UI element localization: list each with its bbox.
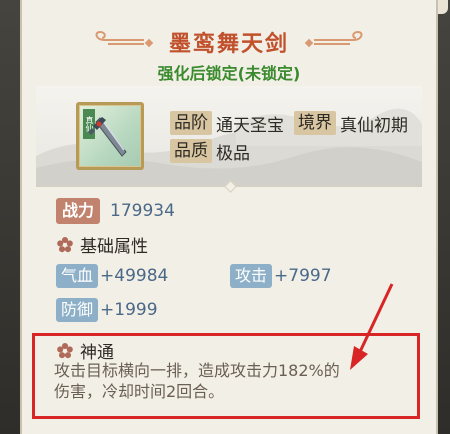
grade-value: 通天圣宝 bbox=[216, 115, 284, 136]
grade-label: 品阶 bbox=[170, 111, 212, 135]
quality-label: 品质 bbox=[170, 139, 212, 163]
quality-value: 极品 bbox=[216, 143, 250, 164]
base-attributes-title: 基础属性 bbox=[80, 237, 148, 257]
info-row-grade-realm: 品阶 通天圣宝 境界 真仙初期 bbox=[170, 110, 418, 136]
title-row: 墨鸾舞天剑 bbox=[22, 22, 436, 62]
stat-hp-value: +49984 bbox=[100, 266, 169, 286]
stat-hp-label: 气血 bbox=[56, 264, 99, 288]
realm-label: 境界 bbox=[294, 111, 336, 135]
stat-defense: 防御 +1999 bbox=[56, 298, 158, 322]
item-info: 品阶 通天圣宝 境界 真仙初期 品质 极品 bbox=[170, 110, 418, 166]
annotation-arrow-icon bbox=[350, 283, 394, 370]
stat-attack-label: 攻击 bbox=[230, 264, 273, 288]
power-value: 179934 bbox=[110, 201, 175, 221]
power-label: 战力 bbox=[56, 198, 101, 224]
stat-defense-value: +1999 bbox=[100, 300, 158, 320]
base-attributes-header: 基础属性 bbox=[56, 232, 148, 257]
stat-hp: 气血 +49984 bbox=[56, 264, 168, 288]
stat-attack: 攻击 +7997 bbox=[230, 264, 332, 288]
swirl-ornament-right-icon bbox=[314, 30, 363, 45]
item-name: 墨鸾舞天剑 bbox=[168, 31, 289, 57]
item-icon-frame[interactable]: 真仙 bbox=[76, 102, 144, 170]
sword-icon bbox=[88, 117, 127, 157]
item-icon: 真仙 bbox=[79, 105, 141, 167]
lock-status[interactable]: 强化后锁定(未锁定) bbox=[22, 60, 436, 84]
power-row: 战力 179934 bbox=[56, 198, 175, 224]
stat-defense-label: 防御 bbox=[56, 298, 99, 322]
realm-value: 真仙初期 bbox=[340, 115, 408, 136]
info-row-quality: 品质 极品 bbox=[170, 138, 418, 164]
stat-attack-value: +7997 bbox=[274, 266, 332, 286]
item-card: 真仙 品阶 通天圣宝 境界 真仙初期 品质 极品 bbox=[36, 86, 422, 186]
flower-icon bbox=[57, 236, 73, 252]
